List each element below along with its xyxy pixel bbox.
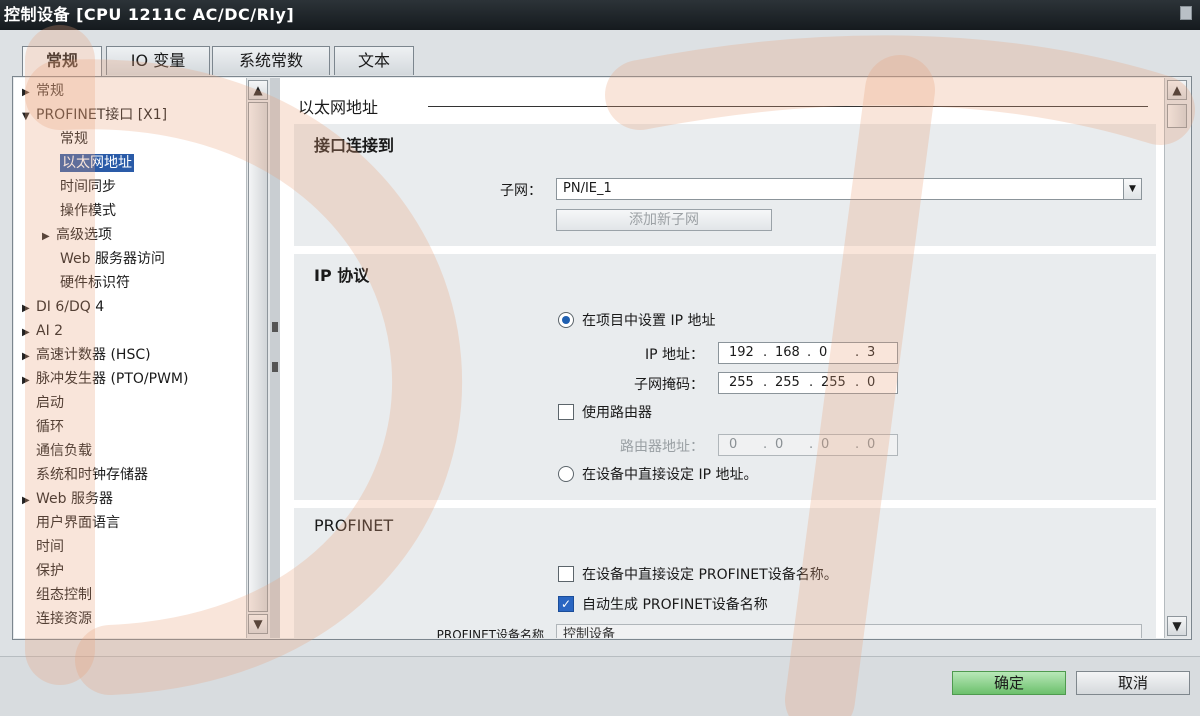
- tree-item-pulse-generator[interactable]: ▶ 脉冲发生器 (PTO/PWM): [22, 368, 188, 390]
- profinet-device-name-label: PROFINET设备名称: [436, 628, 544, 638]
- tree-item-connection-resources[interactable]: 连接资源: [22, 608, 92, 630]
- tree-item-cycle[interactable]: 循环: [22, 416, 64, 438]
- profinet-section-title: PROFINET: [314, 516, 394, 535]
- heading-divider: [428, 106, 1148, 107]
- properties-content: 以太网地址 接口连接到 子网： PN/IE_1 ▼ 添加新子网 IP 协议 在项…: [280, 78, 1164, 638]
- tree-item-protection[interactable]: 保护: [22, 560, 64, 582]
- ip-section-title: IP 协议: [314, 266, 370, 285]
- window-close-icon[interactable]: [1180, 6, 1192, 20]
- chevron-down-icon[interactable]: ▼: [248, 614, 268, 634]
- auto-generate-profinet-name-checkbox[interactable]: ✓: [558, 596, 574, 612]
- triangle-right-icon[interactable]: ▶: [22, 322, 36, 344]
- subnet-mask-label: 子网掩码：: [634, 377, 704, 393]
- subnet-label: 子网：: [500, 183, 542, 199]
- splitter-left-arrow-icon[interactable]: [272, 322, 278, 332]
- triangle-right-icon[interactable]: ▶: [22, 346, 36, 368]
- tree-item-web-server-access[interactable]: Web 服务器访问: [46, 248, 165, 270]
- auto-generate-profinet-name-label: 自动生成 PROFINET设备名称: [582, 597, 768, 613]
- subnet-mask-input[interactable]: 255 . 255 . 255 . 0: [718, 372, 898, 394]
- tree-item-time[interactable]: 时间: [22, 536, 64, 558]
- radio-set-ip-on-device[interactable]: [558, 466, 574, 482]
- page-title: 以太网地址: [298, 98, 379, 117]
- tree-item-advanced-options[interactable]: ▶ 高级选项: [42, 224, 112, 246]
- use-router-label: 使用路由器: [582, 405, 652, 421]
- set-profinet-name-on-device-checkbox[interactable]: [558, 566, 574, 582]
- tree-item-ui-language[interactable]: 用户界面语言: [22, 512, 120, 534]
- tree-item-ethernet-address[interactable]: 以太网地址: [46, 152, 134, 174]
- cancel-button[interactable]: 取消: [1076, 671, 1190, 695]
- dialog-footer: 确定 取消: [0, 656, 1200, 716]
- tab-general[interactable]: 常规: [22, 46, 102, 77]
- profinet-section: PROFINET 在设备中直接设定 PROFINET设备名称。 ✓ 自动生成 P…: [294, 508, 1156, 638]
- content-scroll-thumb[interactable]: [1167, 104, 1187, 128]
- panel-splitter[interactable]: [270, 78, 280, 638]
- splitter-right-arrow-icon[interactable]: [272, 362, 278, 372]
- tab-texts[interactable]: 文本: [334, 46, 414, 75]
- tree-item-time-sync[interactable]: 时间同步: [46, 176, 116, 198]
- set-ip-in-project-label: 在项目中设置 IP 地址: [582, 313, 716, 329]
- router-address-input: 0 . 0 . 0 . 0: [718, 434, 898, 456]
- tab-system-constants[interactable]: 系统常数: [212, 46, 330, 75]
- tree-item-hsc[interactable]: ▶ 高速计数器 (HSC): [22, 344, 151, 366]
- interface-section: 接口连接到 子网： PN/IE_1 ▼ 添加新子网: [294, 124, 1156, 246]
- router-address-label: 路由器地址：: [620, 439, 704, 455]
- tree-item-web-server[interactable]: ▶ Web 服务器: [22, 488, 113, 510]
- tab-io-tags[interactable]: IO 变量: [106, 46, 210, 75]
- subnet-value: PN/IE_1: [563, 181, 612, 196]
- subnet-dropdown[interactable]: PN/IE_1 ▼: [556, 178, 1142, 200]
- triangle-right-icon[interactable]: ▶: [22, 298, 36, 320]
- tree-scrollbar[interactable]: ▲ ▼: [246, 78, 270, 638]
- triangle-right-icon[interactable]: ▶: [22, 370, 36, 392]
- tree-item-startup[interactable]: 启动: [22, 392, 64, 414]
- radio-set-ip-in-project[interactable]: [558, 312, 574, 328]
- ok-button[interactable]: 确定: [952, 671, 1066, 695]
- triangle-right-icon[interactable]: ▶: [22, 82, 36, 104]
- tree-item-operating-mode[interactable]: 操作模式: [46, 200, 116, 222]
- tree-item-configuration-control[interactable]: 组态控制: [22, 584, 92, 606]
- add-subnet-button[interactable]: 添加新子网: [556, 209, 772, 231]
- interface-section-title: 接口连接到: [314, 136, 395, 155]
- set-profinet-name-on-device-label: 在设备中直接设定 PROFINET设备名称。: [582, 567, 838, 583]
- ip-address-input[interactable]: 192 . 168 . 0 . 3: [718, 342, 898, 364]
- tree-item-system-clock-memory[interactable]: 系统和时钟存储器: [22, 464, 148, 486]
- tree-item-profinet-interface[interactable]: ▼ PROFINET接口 [X1]: [22, 104, 167, 126]
- tree-item-ai[interactable]: ▶ AI 2: [22, 320, 63, 342]
- triangle-down-icon[interactable]: ▼: [22, 106, 36, 128]
- profinet-device-name-input: 控制设备: [556, 624, 1142, 638]
- ip-address-label: IP 地址：: [644, 347, 704, 363]
- tree-scroll-thumb[interactable]: [248, 102, 268, 612]
- window-title: 控制设备 [CPU 1211C AC/DC/Rly]: [4, 5, 295, 24]
- triangle-right-icon[interactable]: ▶: [42, 226, 56, 248]
- chevron-down-icon[interactable]: ▼: [1167, 616, 1187, 636]
- tree-item-general[interactable]: ▶ 常规: [22, 80, 64, 102]
- chevron-up-icon[interactable]: ▲: [248, 80, 268, 100]
- chevron-down-icon[interactable]: ▼: [1123, 179, 1141, 199]
- triangle-right-icon[interactable]: ▶: [22, 490, 36, 512]
- tree-item-profinet-general[interactable]: 常规: [46, 128, 88, 150]
- tree-item-di-dq[interactable]: ▶ DI 6/DQ 4: [22, 296, 104, 318]
- navigation-tree: ▶ 常规 ▼ PROFINET接口 [X1] 常规 以太网地址 时间同步 操作模式 …: [14, 78, 270, 638]
- set-ip-on-device-label: 在设备中直接设定 IP 地址。: [582, 467, 758, 483]
- ip-protocol-section: IP 协议 在项目中设置 IP 地址 IP 地址： 192 . 168 . 0 …: [294, 254, 1156, 500]
- use-router-checkbox[interactable]: [558, 404, 574, 420]
- content-scrollbar[interactable]: ▲ ▼: [1164, 78, 1190, 638]
- tree-item-communication-load[interactable]: 通信负载: [22, 440, 92, 462]
- window-title-bar: 控制设备 [CPU 1211C AC/DC/Rly]: [0, 0, 1200, 30]
- tree-item-hardware-identifier[interactable]: 硬件标识符: [46, 272, 130, 294]
- chevron-up-icon[interactable]: ▲: [1167, 80, 1187, 100]
